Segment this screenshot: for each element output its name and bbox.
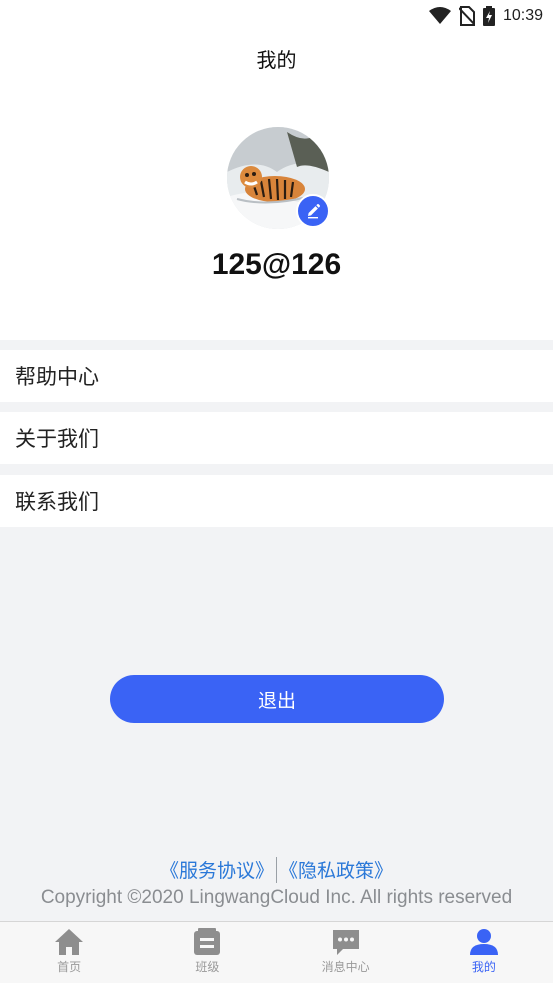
class-icon bbox=[194, 928, 221, 955]
tab-label: 首页 bbox=[57, 960, 82, 974]
tab-class[interactable]: 班级 bbox=[138, 922, 276, 983]
no-sim-icon bbox=[458, 6, 475, 26]
pencil-icon bbox=[308, 204, 320, 219]
service-agreement-link[interactable]: 《服务协议》 bbox=[160, 856, 274, 883]
tab-messages[interactable]: 消息中心 bbox=[277, 922, 415, 983]
privacy-policy-link[interactable]: 《隐私政策》 bbox=[279, 856, 393, 883]
wifi-icon bbox=[428, 7, 451, 25]
copyright-text: Copyright ©2020 LingwangCloud Inc. All r… bbox=[40, 887, 513, 908]
status-time: 10:39 bbox=[502, 7, 543, 24]
menu-item-about-us[interactable]: 关于我们 bbox=[0, 412, 553, 464]
edit-avatar-button[interactable] bbox=[296, 194, 330, 228]
agreement-links: 《服务协议》 《隐私政策》 bbox=[0, 856, 553, 883]
tab-label: 消息中心 bbox=[321, 960, 370, 974]
page-title: 我的 bbox=[256, 48, 297, 72]
tab-label: 我的 bbox=[471, 960, 496, 974]
home-icon bbox=[55, 929, 84, 955]
menu-item-label: 联系我们 bbox=[15, 490, 99, 514]
menu-item-help-center[interactable]: 帮助中心 bbox=[0, 350, 553, 402]
bottom-tab-bar: 首页 班级 消息中心 我的 bbox=[0, 921, 553, 983]
profile-header: 我的 125@126 bbox=[0, 32, 553, 340]
status-bar: 10:39 bbox=[0, 0, 553, 32]
username: 125@126 bbox=[211, 248, 342, 281]
logout-button[interactable]: 退出 bbox=[110, 675, 444, 723]
tab-home[interactable]: 首页 bbox=[0, 922, 138, 983]
battery-charging-icon bbox=[482, 6, 495, 26]
menu-item-label: 帮助中心 bbox=[15, 365, 99, 389]
avatar-container[interactable] bbox=[227, 127, 330, 229]
menu-item-contact-us[interactable]: 联系我们 bbox=[0, 475, 553, 527]
tab-mine[interactable]: 我的 bbox=[415, 922, 553, 983]
profile-page: 10:39 我的 125@126 帮助中心 关于我们 联系我们 退出 《服务协议… bbox=[0, 0, 553, 983]
tab-label: 班级 bbox=[195, 960, 220, 974]
user-icon bbox=[469, 929, 498, 955]
link-divider bbox=[276, 856, 277, 883]
message-icon bbox=[332, 930, 359, 955]
menu-item-label: 关于我们 bbox=[15, 427, 99, 451]
